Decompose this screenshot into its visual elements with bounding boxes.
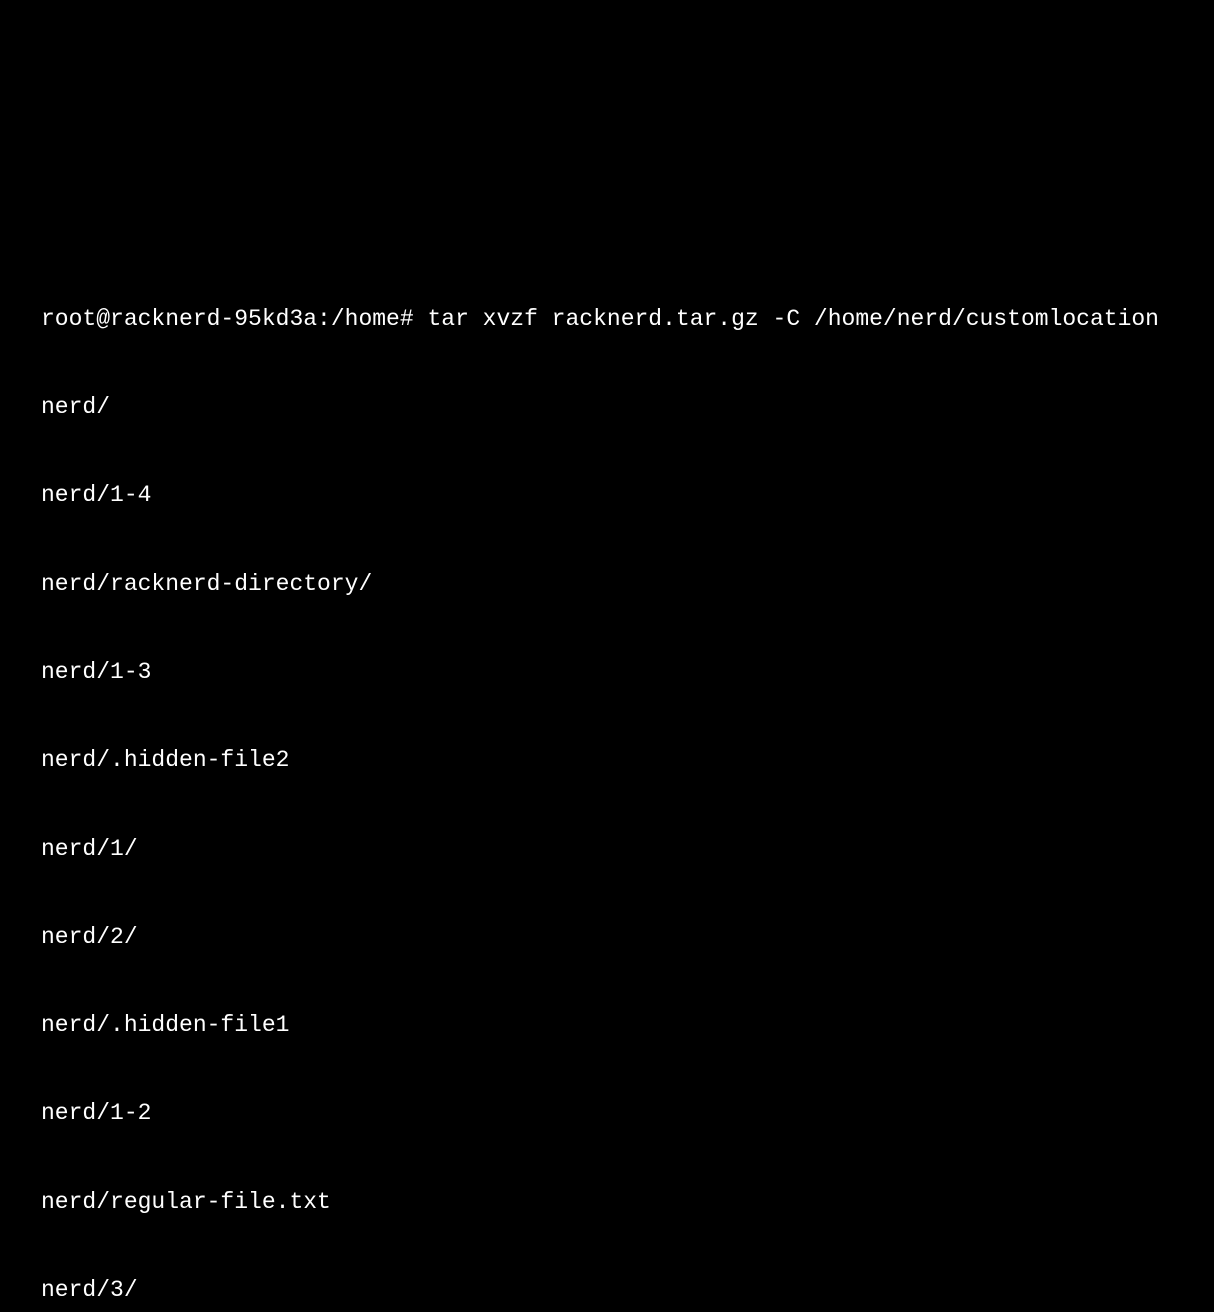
terminal-output-line: root@racknerd-95kd3a:/home# tar xvzf rac… [41,305,1214,334]
terminal-output-line: nerd/3/ [41,1276,1214,1305]
terminal-output-line: nerd/1-3 [41,658,1214,687]
terminal-output-line: nerd/racknerd-directory/ [41,570,1214,599]
terminal-output-line: nerd/1-4 [41,481,1214,510]
terminal-output-line: nerd/.hidden-file2 [41,746,1214,775]
terminal-output-line: nerd/ [41,393,1214,422]
terminal-output-line: nerd/regular-file.txt [41,1188,1214,1217]
terminal-output-line: nerd/1/ [41,835,1214,864]
terminal-output-line: nerd/1-2 [41,1099,1214,1128]
terminal-output-line: nerd/.hidden-file1 [41,1011,1214,1040]
terminal-output-line: nerd/2/ [41,923,1214,952]
terminal-window[interactable]: root@racknerd-95kd3a:/home# tar xvzf rac… [41,246,1214,1312]
